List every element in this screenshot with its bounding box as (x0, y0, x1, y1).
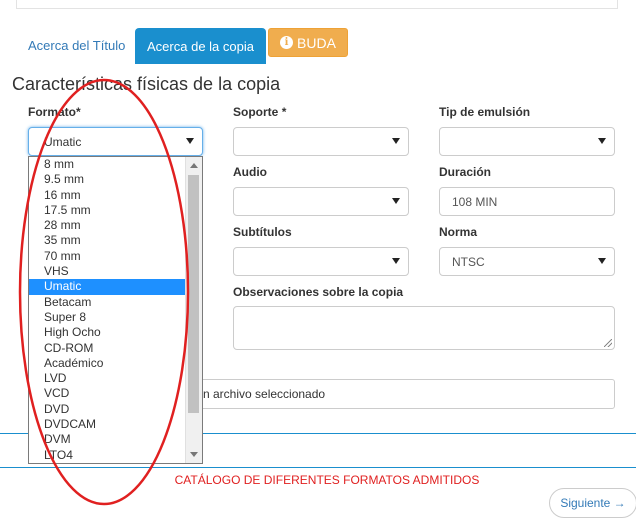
chevron-down-icon (598, 258, 606, 264)
scroll-down-icon[interactable] (190, 452, 198, 457)
formato-dropdown-list[interactable]: 8 mm 9.5 mm 16 mm 17.5 mm 28 mm 35 mm 70 mm VHS… (28, 156, 203, 464)
formato-option[interactable]: 9.5 mm (29, 172, 202, 187)
formato-option[interactable]: DVM (29, 432, 202, 447)
observaciones-label: Observaciones sobre la copia (233, 285, 404, 299)
formato-label: Formato* (28, 105, 81, 119)
formato-options: 8 mm 9.5 mm 16 mm 17.5 mm 28 mm 35 mm 70 mm VHS… (29, 157, 202, 463)
formato-select[interactable]: Umatic (28, 127, 203, 156)
norma-value: NTSC (452, 254, 485, 269)
norma-select[interactable]: NTSC (439, 247, 615, 276)
duracion-value: 108 MIN (452, 194, 498, 209)
formato-option[interactable]: DVD (29, 402, 202, 417)
info-icon: i (280, 36, 294, 49)
chevron-down-icon (392, 198, 400, 204)
audio-label: Audio (233, 165, 267, 179)
formato-option[interactable]: Umatic (29, 279, 202, 295)
scrollbar[interactable] (185, 157, 202, 463)
scrollbar-thumb[interactable] (188, 175, 199, 413)
chevron-down-icon (392, 258, 400, 264)
formato-option[interactable]: 35 mm (29, 233, 202, 248)
emulsion-label: Tip de emulsión (439, 105, 531, 119)
formato-option[interactable]: DVDCAM (29, 417, 202, 432)
formato-option[interactable]: 28 mm (29, 218, 202, 233)
chevron-down-icon (392, 138, 400, 144)
soporte-label-text: Soporte (233, 105, 279, 119)
formato-option[interactable]: LVD (29, 371, 202, 386)
formato-label-text: Formato (28, 105, 76, 119)
chevron-down-icon (186, 138, 194, 144)
subtitulos-label: Subtítulos (233, 225, 292, 239)
formato-option[interactable]: Betacam (29, 295, 202, 310)
divider (0, 467, 636, 468)
annotation-caption: CATÁLOGO DE DIFERENTES FORMATOS ADMITIDO… (174, 473, 480, 487)
formato-value: Umatic (44, 134, 82, 149)
formato-option[interactable]: 8 mm (29, 157, 202, 172)
scroll-up-icon[interactable] (190, 163, 198, 168)
next-button-label: Siguiente → (560, 496, 626, 510)
formato-option[interactable]: Super 8 (29, 310, 202, 325)
tab-acerca-de-la-copia[interactable]: Acerca de la copia (135, 28, 266, 64)
formato-option[interactable]: CD-ROM (29, 341, 202, 356)
observaciones-textarea[interactable] (233, 306, 615, 350)
soporte-required-mark: * (281, 105, 287, 119)
emulsion-select[interactable] (439, 127, 615, 156)
file-status: n archivo seleccionado (203, 387, 326, 401)
formato-required-mark: * (76, 105, 81, 119)
resize-grip-icon[interactable] (604, 339, 612, 347)
formato-option[interactable]: VCD (29, 386, 202, 401)
formato-option[interactable]: 17.5 mm (29, 203, 202, 218)
buda-button[interactable]: i BUDA (268, 28, 348, 57)
duracion-label: Duración (439, 165, 492, 179)
formato-option[interactable]: 70 mm (29, 249, 202, 264)
duracion-input[interactable]: 108 MIN (439, 187, 615, 216)
top-panel-edge (16, 0, 618, 9)
formato-option[interactable]: High Ocho (29, 325, 202, 340)
formato-option[interactable]: 16 mm (29, 188, 202, 203)
buda-button-label: BUDA (297, 34, 336, 51)
formato-option[interactable]: VHS (29, 264, 202, 279)
soporte-label: Soporte * (233, 105, 286, 119)
formato-option[interactable]: Académico (29, 356, 202, 371)
section-title: Características físicas de la copia (12, 74, 281, 94)
tab-acerca-del-titulo[interactable]: Acerca del Título (28, 38, 125, 53)
formato-option[interactable]: LTO4 (29, 448, 202, 463)
file-input[interactable]: n archivo seleccionado (196, 379, 615, 409)
tab-acerca-de-la-copia-label: Acerca de la copia (147, 38, 254, 54)
chevron-down-icon (598, 138, 606, 144)
audio-select[interactable] (233, 187, 409, 216)
norma-label: Norma (439, 225, 478, 239)
subtitulos-select[interactable] (233, 247, 409, 276)
soporte-select[interactable] (233, 127, 409, 156)
next-button[interactable]: Siguiente → (549, 488, 636, 518)
